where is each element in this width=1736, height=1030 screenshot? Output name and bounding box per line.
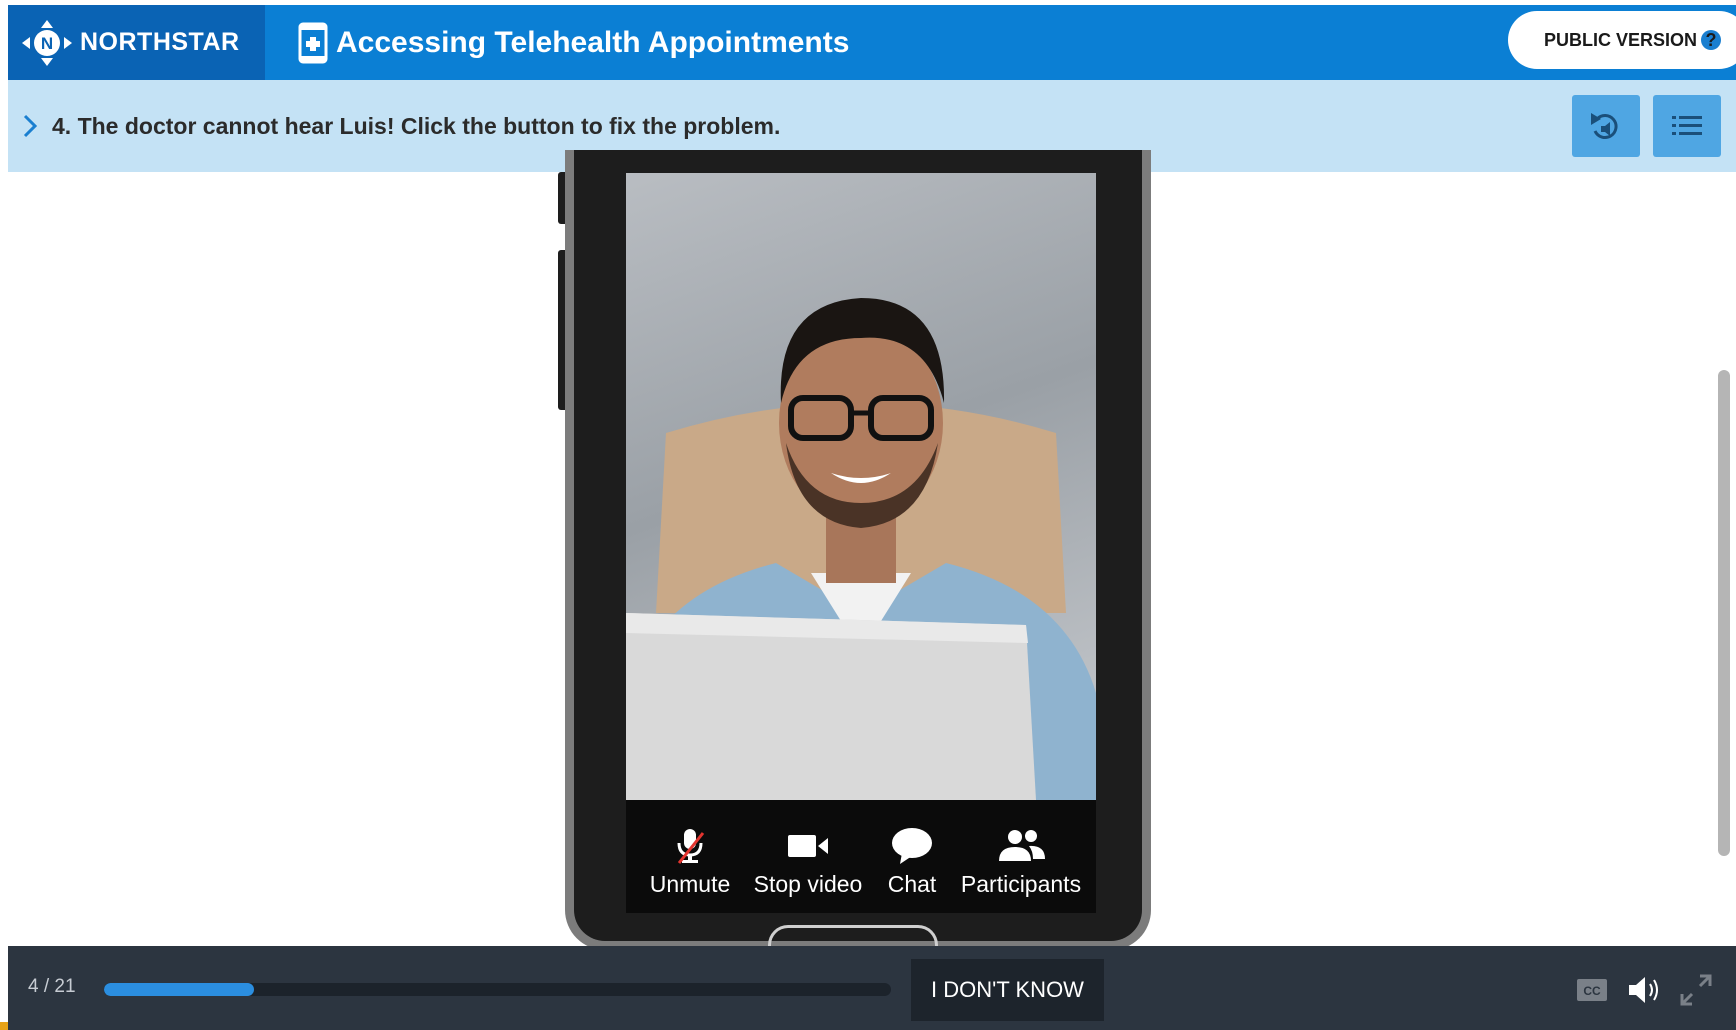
replay-audio-icon (1591, 113, 1618, 139)
participants-button[interactable]: Participants (954, 800, 1088, 913)
progress-bar (104, 983, 891, 996)
participants-icon (999, 830, 1045, 861)
chevron-right-icon[interactable] (22, 112, 38, 140)
player-controls-bar: 4 / 21 I DON'T KNOW CC (8, 946, 1736, 1030)
public-version-label: PUBLIC VERSION (1544, 29, 1698, 50)
chat-button[interactable]: Chat (876, 800, 948, 913)
lesson-title: Accessing Telehealth Appointments (298, 5, 849, 80)
instruction-text: 4. The doctor cannot hear Luis! Click th… (52, 113, 781, 139)
phone-screen: Unmute Stop video Chat Participants (626, 173, 1096, 913)
phone-medical-icon (298, 22, 328, 63)
closed-captions-icon[interactable]: CC (1574, 972, 1610, 1008)
phone-device: Unmute Stop video Chat Participants (565, 150, 1151, 965)
i-dont-know-button[interactable]: I DON'T KNOW (911, 959, 1104, 1021)
top-header: N NORTHSTAR Accessing Telehealth Appoint… (8, 5, 1736, 80)
brand-name: NORTHSTAR (80, 28, 240, 56)
volume-icon[interactable] (1626, 972, 1662, 1008)
participants-label: Participants (960, 871, 1082, 897)
help-icon[interactable]: ? (1701, 30, 1722, 50)
video-camera-icon (788, 835, 828, 857)
corner-accent (0, 1022, 8, 1030)
stop-video-label: Stop video (753, 871, 863, 897)
fullscreen-icon[interactable] (1678, 972, 1714, 1008)
chat-bubble-icon (892, 828, 932, 864)
person-video-image (626, 298, 1096, 800)
public-version-badge[interactable]: PUBLIC VERSION ? (1508, 11, 1736, 69)
progress-counter: 4 / 21 (28, 976, 76, 997)
chat-label: Chat (887, 871, 937, 897)
northstar-compass-icon: N (22, 19, 72, 66)
scrollbar-thumb[interactable] (1718, 370, 1730, 856)
lesson-menu-button[interactable] (1653, 95, 1721, 157)
progress-fill (104, 983, 254, 996)
unmute-label: Unmute (649, 871, 731, 897)
app-window: N NORTHSTAR Accessing Telehealth Appoint… (0, 0, 1736, 1030)
northstar-logo: N NORTHSTAR (8, 5, 265, 80)
video-feed (626, 173, 1096, 800)
list-menu-icon (1672, 116, 1702, 135)
stop-video-button[interactable]: Stop video (746, 800, 870, 913)
svg-text:N: N (41, 34, 53, 53)
call-controls: Unmute Stop video Chat Participants (626, 800, 1096, 913)
replay-audio-button[interactable] (1572, 95, 1640, 157)
svg-text:CC: CC (1583, 984, 1601, 998)
muted-microphone-icon (677, 829, 705, 864)
unmute-button[interactable]: Unmute (642, 800, 738, 913)
page-title: Accessing Telehealth Appointments (336, 25, 850, 59)
